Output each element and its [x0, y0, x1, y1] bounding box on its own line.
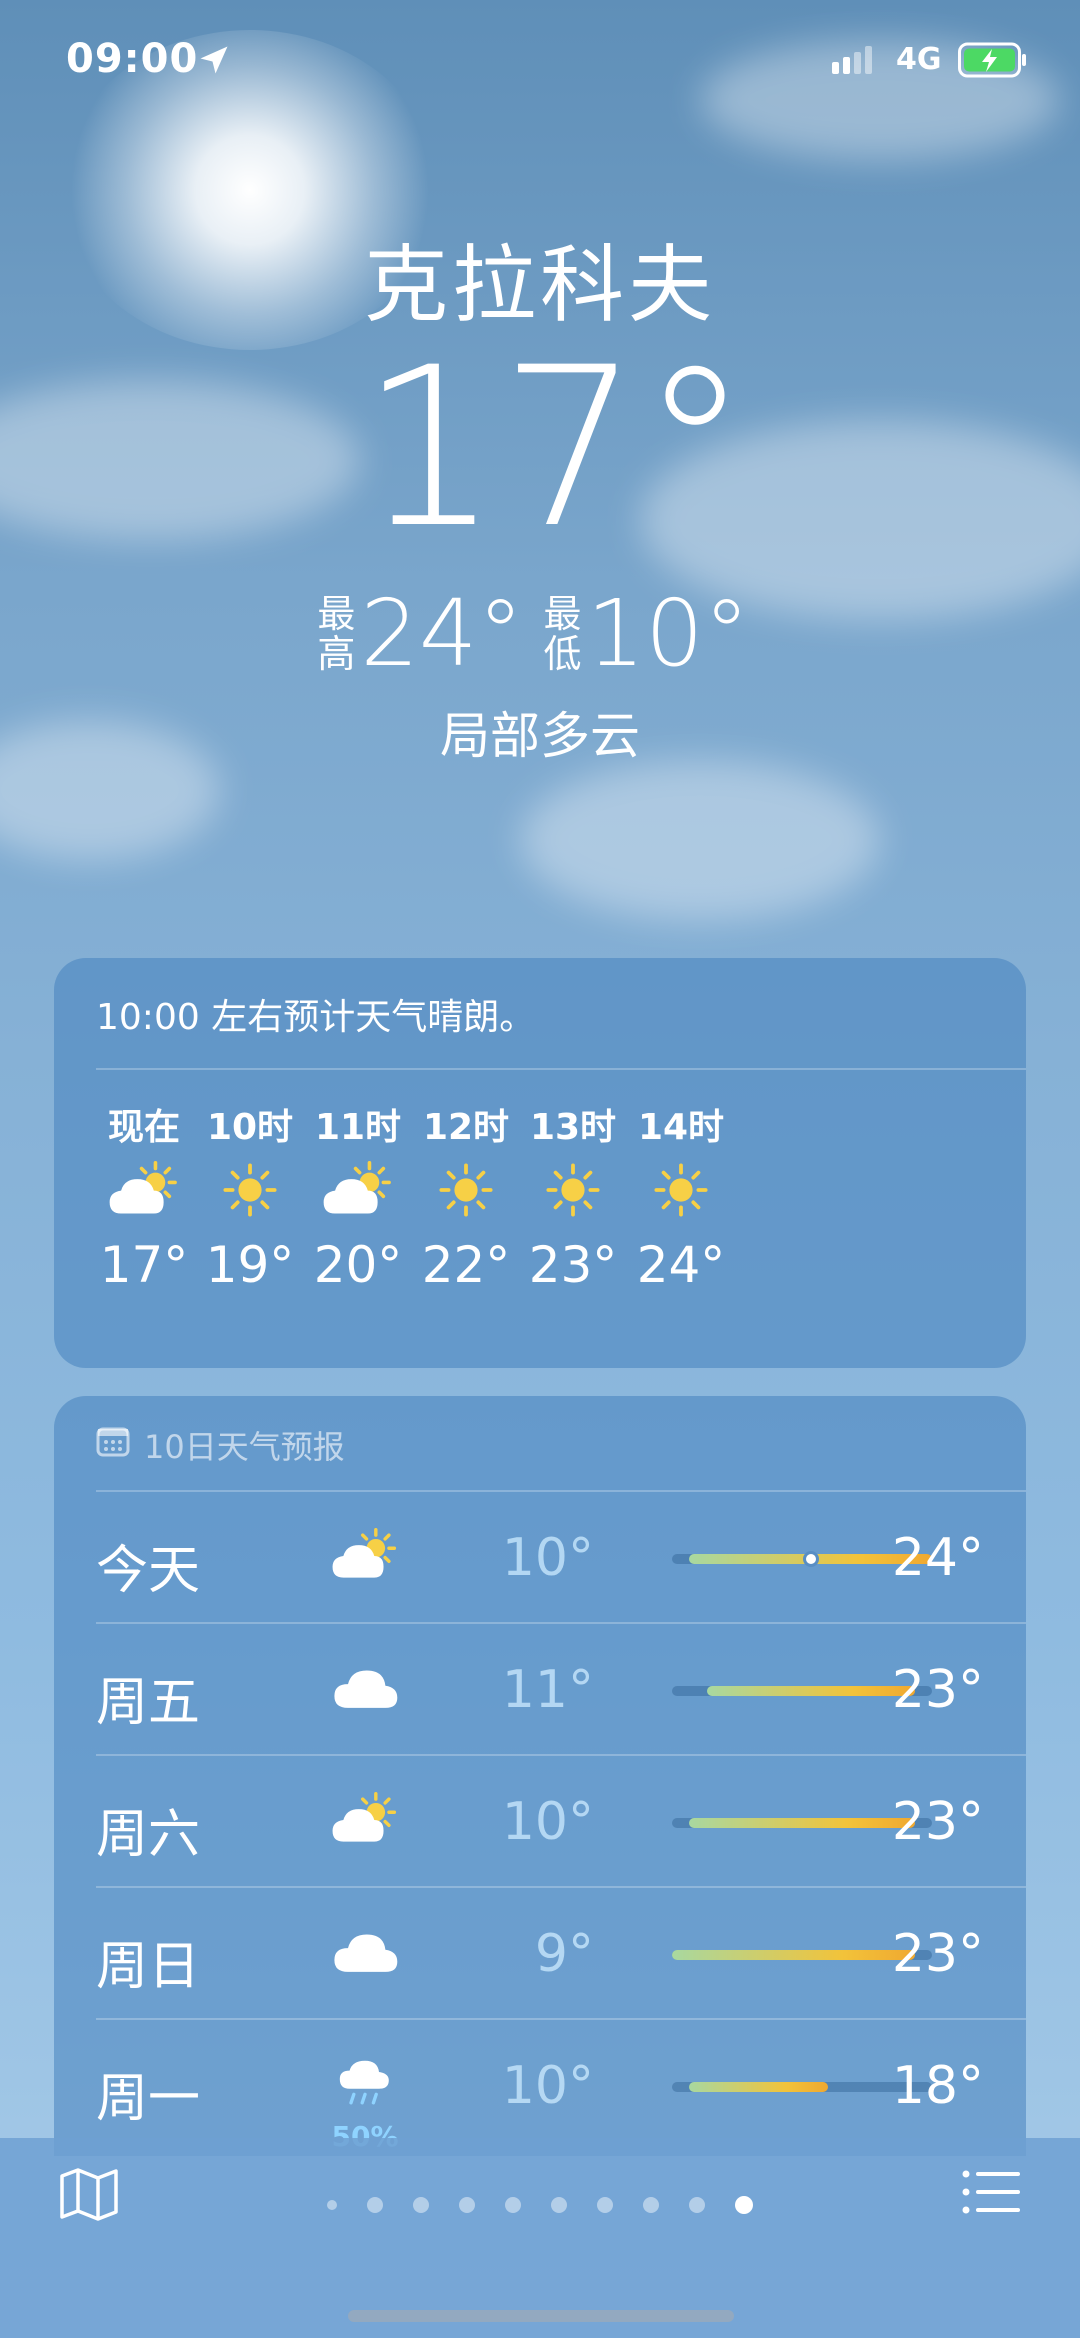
temp-range-fill: [706, 1686, 915, 1696]
low-temp: 11°: [501, 1660, 594, 1720]
day-name: 周一: [96, 2069, 201, 2129]
page-dot[interactable]: [505, 2197, 521, 2213]
high-temp: 24°: [891, 1528, 984, 1588]
page-dot[interactable]: [735, 2196, 753, 2214]
high-temp: 23°: [891, 1792, 984, 1852]
sun-icon: [406, 1150, 526, 1230]
day-name: 周五: [96, 1673, 201, 1733]
hour-label: 现在: [107, 1107, 180, 1148]
hour-column: 13时 23°: [513, 1098, 633, 1294]
list-icon[interactable]: [962, 2168, 1022, 2220]
calendar-icon: [96, 1425, 130, 1465]
condition-text: 局部多云: [440, 707, 640, 765]
high-label: 最高: [317, 591, 356, 676]
current-temperature: 17°: [360, 320, 750, 576]
low-temp: 10°: [586, 580, 750, 687]
hour-temp: 20°: [313, 1236, 403, 1294]
partly-cloudy-icon: [320, 1784, 410, 1854]
day-row[interactable]: 周日 9° 23°: [96, 1888, 984, 2018]
page-dot[interactable]: [367, 2197, 383, 2213]
daily-header: 10日天气预报: [96, 1422, 345, 1468]
hour-label: 10时: [206, 1107, 294, 1148]
page-dot[interactable]: [689, 2197, 705, 2213]
page-dot[interactable]: [643, 2197, 659, 2213]
sun-icon: [190, 1150, 310, 1230]
hour-column: 现在 17°: [84, 1098, 204, 1294]
low-temp: 9°: [534, 1924, 594, 1984]
daily-title: 10日天气预报: [144, 1428, 345, 1466]
network-type: 4G: [896, 42, 942, 77]
hour-label: 11时: [314, 1107, 402, 1148]
low-temp: 10°: [501, 1528, 594, 1588]
status-time: 09:00: [66, 36, 199, 82]
day-row[interactable]: 今天 10° 24°: [96, 1492, 984, 1622]
hour-temp: 17°: [99, 1236, 189, 1294]
home-indicator: [348, 2310, 734, 2322]
current-temp-dot: [802, 1551, 819, 1567]
battery-charging-icon: [958, 42, 1028, 82]
temp-range-fill: [672, 1950, 915, 1960]
day-row[interactable]: 周一 50% 10° 18°: [96, 2020, 984, 2153]
page-dot[interactable]: [459, 2197, 475, 2213]
low-temp: 10°: [501, 1792, 594, 1852]
hour-label: 12时: [422, 1107, 510, 1148]
partly-cloudy-icon: [84, 1150, 204, 1230]
hour-temp: 19°: [205, 1236, 295, 1294]
partly-cloudy-icon: [298, 1150, 418, 1230]
divider: [96, 1068, 1026, 1070]
page-dot[interactable]: [551, 2197, 567, 2213]
location-page-dot[interactable]: [327, 2200, 337, 2210]
rain-icon: [320, 2048, 410, 2118]
hour-temp: 24°: [636, 1236, 726, 1294]
bottom-toolbar: [0, 2138, 1080, 2338]
hour-temp: 22°: [421, 1236, 511, 1294]
low-temp: 10°: [501, 2056, 594, 2116]
daily-forecast-card[interactable]: 10日天气预报 今天 10° 24° 周五 11° 23° 周六 10° 23° 周日 9° 23° 周…: [54, 1396, 1026, 2156]
cloud-icon: [320, 1652, 410, 1722]
hour-column: 10时 19°: [190, 1098, 310, 1294]
hour-temp: 23°: [528, 1236, 618, 1294]
high-temp: 23°: [891, 1924, 984, 1984]
day-name: 周日: [96, 1937, 201, 1997]
high-low: 最高24° 最低10°: [0, 580, 1080, 687]
temp-range-fill: [689, 1818, 915, 1828]
high-temp: 24°: [360, 580, 524, 687]
high-temp: 23°: [891, 1660, 984, 1720]
day-row[interactable]: 周五 11° 23°: [96, 1624, 984, 1754]
day-name: 今天: [96, 1541, 201, 1601]
page-dot[interactable]: [597, 2197, 613, 2213]
signal-icon: [832, 46, 880, 78]
high-temp: 18°: [891, 2056, 984, 2116]
hour-label: 13时: [529, 1107, 617, 1148]
hour-column: 12时 22°: [406, 1098, 526, 1294]
status-bar: 09:00 4G: [0, 36, 1080, 86]
hour-column: 14时 24°: [621, 1098, 741, 1294]
day-row[interactable]: 周六 10° 23°: [96, 1756, 984, 1886]
low-label: 最低: [543, 591, 582, 676]
temp-range-fill: [689, 2082, 828, 2092]
sun-icon: [513, 1150, 633, 1230]
hourly-summary: 10:00 左右预计天气晴朗。: [96, 997, 536, 1038]
day-name: 周六: [96, 1805, 201, 1865]
sun-icon: [621, 1150, 741, 1230]
cloud-icon: [320, 1916, 410, 1986]
location-arrow-icon: [196, 42, 232, 82]
hour-column: 11时 20°: [298, 1098, 418, 1294]
page-indicator[interactable]: [0, 2196, 1080, 2214]
page-dot[interactable]: [413, 2197, 429, 2213]
hour-label: 14时: [637, 1107, 725, 1148]
hourly-forecast-card[interactable]: 10:00 左右预计天气晴朗。 现在 17° 10时 19° 11时 20° 12时 22° 1…: [54, 958, 1026, 1368]
partly-cloudy-icon: [320, 1520, 410, 1590]
